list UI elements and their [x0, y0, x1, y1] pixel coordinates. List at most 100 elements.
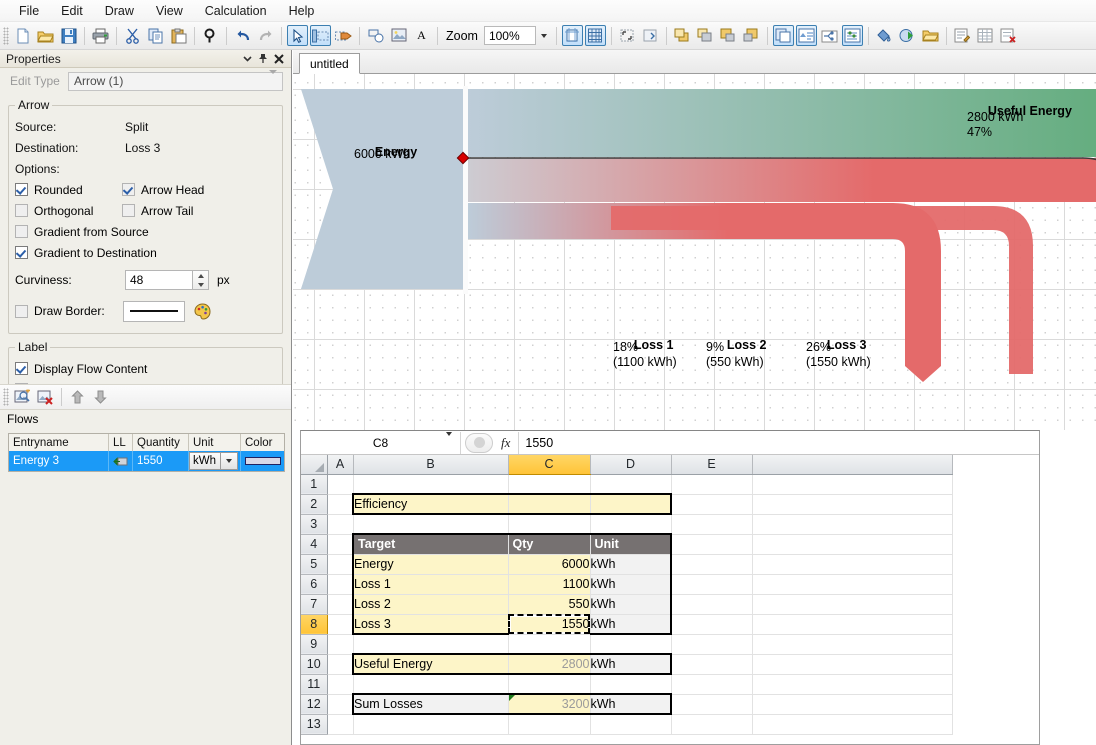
table-row[interactable]: 8 Loss 3 1550 kWh: [301, 614, 953, 635]
formula-input[interactable]: 1550: [518, 431, 1039, 454]
redo-icon[interactable]: [255, 25, 276, 46]
cell-c9[interactable]: [508, 634, 591, 655]
cell-d12[interactable]: kWh: [590, 693, 672, 715]
flows-col-unit[interactable]: Unit: [189, 434, 241, 451]
row-header-6[interactable]: 6: [301, 574, 328, 595]
link-icon[interactable]: [109, 451, 133, 471]
align-back-icon[interactable]: [741, 25, 762, 46]
flow-unit-value[interactable]: kWh: [189, 452, 221, 470]
cell-a9[interactable]: [327, 634, 354, 655]
flow-entryname-cell[interactable]: Energy 3: [9, 451, 109, 471]
run-calculation-icon[interactable]: [897, 25, 918, 46]
close-icon[interactable]: [271, 51, 287, 67]
flow-loss-3[interactable]: [468, 158, 1096, 382]
cell-e2[interactable]: [671, 494, 753, 515]
cell-c5[interactable]: 6000: [508, 554, 591, 575]
bring-front-icon[interactable]: [672, 25, 693, 46]
cell-e7[interactable]: [671, 594, 753, 615]
menu-item-edit[interactable]: Edit: [50, 1, 94, 21]
remove-flow-icon[interactable]: [35, 387, 56, 408]
cell-e6[interactable]: [671, 574, 753, 595]
paint-bucket-icon[interactable]: [874, 25, 895, 46]
flows-grid-row[interactable]: Energy 3 1550 kWh: [9, 451, 284, 471]
cell-b2[interactable]: Efficiency: [352, 493, 509, 515]
flows-col-entryname[interactable]: Entryname: [9, 434, 109, 451]
show-links-icon[interactable]: [819, 25, 840, 46]
cell-b6[interactable]: Loss 1: [352, 574, 509, 595]
row-header-1[interactable]: 1: [301, 474, 328, 495]
flow-color-cell[interactable]: [241, 451, 284, 471]
cell-f8[interactable]: [752, 614, 953, 635]
move-up-icon[interactable]: [67, 387, 88, 408]
flows-col-quantity[interactable]: Quantity: [133, 434, 189, 451]
cell-e4[interactable]: [671, 534, 753, 555]
cell-f7[interactable]: [752, 594, 953, 615]
cell-e12[interactable]: [671, 694, 753, 715]
cell-b11[interactable]: [353, 674, 509, 695]
zoom-selection-icon[interactable]: [640, 25, 661, 46]
curviness-stepper[interactable]: [193, 270, 209, 290]
row-header-10[interactable]: 10: [301, 654, 328, 675]
panel-menu-chevron-icon[interactable]: [239, 51, 255, 67]
cell-a5[interactable]: [327, 554, 354, 575]
checkbox-rounded[interactable]: Rounded: [15, 179, 122, 200]
fit-page-icon[interactable]: [561, 25, 583, 46]
cell-b1[interactable]: [353, 474, 509, 495]
table-row[interactable]: 4 Target Qty Unit: [301, 533, 953, 555]
undo-icon[interactable]: [232, 25, 253, 46]
cell-d2[interactable]: [590, 493, 672, 515]
flows-col-ll[interactable]: LL: [109, 434, 133, 451]
cell-f4[interactable]: [752, 534, 953, 555]
column-header-e[interactable]: E: [671, 455, 753, 475]
checkbox-draw-border-box[interactable]: [15, 304, 28, 318]
cell-c6[interactable]: 1100: [508, 574, 591, 595]
spreadsheet-icon[interactable]: [975, 25, 996, 46]
edit-table-icon[interactable]: [952, 25, 973, 46]
add-flow-icon[interactable]: [12, 387, 33, 408]
table-row[interactable]: 12 Sum Losses 3200 kWh: [301, 693, 953, 715]
open-recent-icon[interactable]: [920, 25, 941, 46]
row-header-13[interactable]: 13: [301, 714, 328, 735]
show-properties-icon[interactable]: [841, 25, 863, 46]
cell-c12[interactable]: 3200: [508, 693, 591, 715]
zoom-input[interactable]: 100%: [483, 26, 536, 45]
checkbox-display-flow-content[interactable]: Display Flow Content: [15, 358, 276, 379]
align-front-icon[interactable]: [718, 25, 739, 46]
row-header-11[interactable]: 11: [301, 674, 328, 695]
checkbox-arrow-head-box[interactable]: [122, 183, 135, 196]
insert-function-icon[interactable]: fx: [497, 435, 518, 451]
border-line-preview[interactable]: [122, 300, 185, 322]
checkbox-gradient-from-source[interactable]: Gradient from Source: [15, 221, 276, 242]
formula-cancel-accept-group[interactable]: [465, 432, 493, 453]
checkbox-gradient-to-destination[interactable]: Gradient to Destination: [15, 242, 276, 263]
cell-c4[interactable]: Qty: [508, 533, 591, 555]
checkbox-rounded-box[interactable]: [15, 183, 28, 196]
cell-e5[interactable]: [671, 554, 753, 575]
table-row[interactable]: 10 Useful Energy 2800 kWh: [301, 653, 953, 675]
flow-unit-dropdown-icon[interactable]: [221, 452, 238, 470]
cell-c7[interactable]: 550: [508, 594, 591, 615]
cell-a3[interactable]: [327, 514, 354, 535]
image-tool-icon[interactable]: [388, 25, 409, 46]
cell-d1[interactable]: [590, 474, 672, 495]
print-icon[interactable]: [90, 25, 111, 46]
edit-type-select[interactable]: Arrow (1): [68, 70, 283, 91]
table-row[interactable]: 2 Efficiency: [301, 493, 953, 515]
pin-icon[interactable]: [255, 51, 271, 67]
toolbar-grip[interactable]: [3, 26, 9, 45]
flows-col-color[interactable]: Color: [241, 434, 284, 451]
row-header-5[interactable]: 5: [301, 554, 328, 575]
cell-a4[interactable]: [327, 534, 354, 555]
zoom-fit-icon[interactable]: [617, 25, 638, 46]
cell-f2[interactable]: [752, 494, 953, 515]
cell-b10[interactable]: Useful Energy: [352, 653, 509, 675]
cell-a6[interactable]: [327, 574, 354, 595]
cell-f10[interactable]: [752, 654, 953, 675]
row-header-2[interactable]: 2: [301, 494, 328, 515]
menu-item-file[interactable]: File: [8, 1, 50, 21]
table-row[interactable]: 6 Loss 1 1100 kWh: [301, 574, 953, 595]
cell-d3[interactable]: [590, 514, 672, 535]
row-header-3[interactable]: 3: [301, 514, 328, 535]
checkbox-display-flow-content-box[interactable]: [15, 362, 28, 375]
cell-f3[interactable]: [752, 514, 953, 535]
